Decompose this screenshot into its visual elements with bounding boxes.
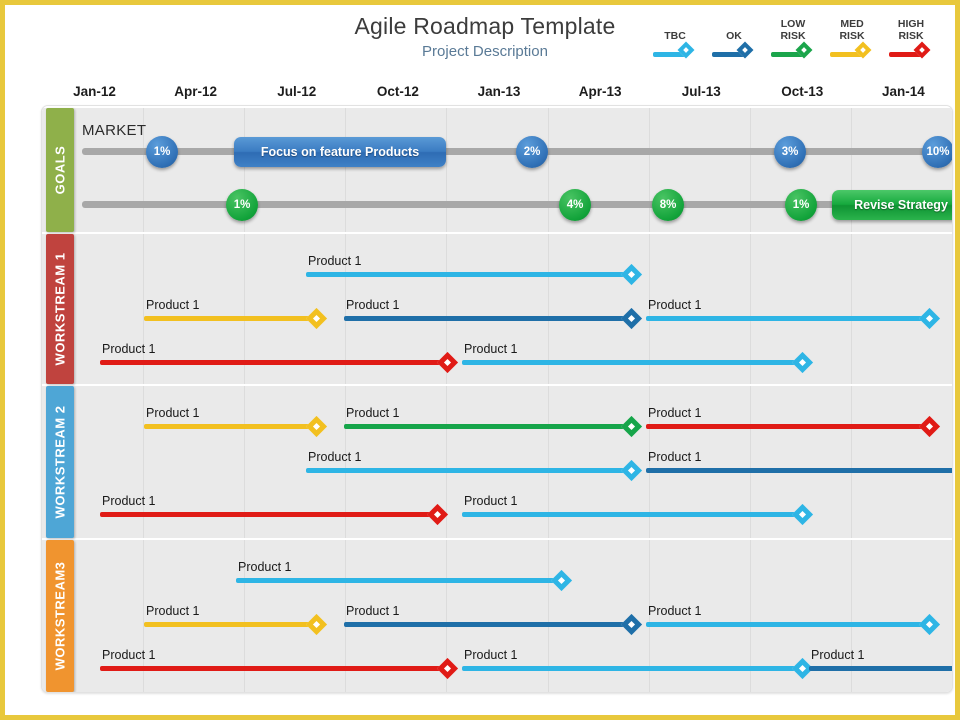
task-bar[interactable] — [306, 272, 631, 277]
task-bar-label: Product 1 — [346, 406, 400, 420]
page-subtitle: Project Description — [422, 43, 548, 60]
task-bar[interactable] — [344, 622, 631, 627]
timeline-tick: Jul-12 — [277, 84, 317, 99]
goal-pill[interactable]: Revise Strategy — [832, 190, 952, 220]
task-bar-label: Product 1 — [648, 450, 702, 464]
task-bar-label: Product 1 — [464, 494, 518, 508]
task-bar[interactable] — [462, 512, 802, 517]
task-bar-label: Product 1 — [308, 450, 362, 464]
task-bar-label: Product 1 — [648, 604, 702, 618]
task-bar-label: Product 1 — [238, 560, 292, 574]
timeline-tick: Jan-13 — [477, 84, 521, 99]
task-bar[interactable] — [646, 468, 952, 473]
goal-milestone-node[interactable]: 1% — [146, 136, 178, 168]
task-bar[interactable] — [100, 666, 447, 671]
task-bar-label: Product 1 — [102, 342, 156, 356]
task-bar[interactable] — [144, 316, 316, 321]
task-bar-label: Product 1 — [464, 342, 518, 356]
task-bar[interactable] — [809, 666, 952, 671]
task-bar-label: Product 1 — [648, 298, 702, 312]
swimlane-rail-label: WORKSTREAM 1 — [52, 252, 68, 366]
goal-milestone-node[interactable]: 8% — [652, 189, 684, 221]
task-bar-label: Product 1 — [346, 604, 400, 618]
timeline-tick: Oct-13 — [781, 84, 824, 99]
task-bar-label: Product 1 — [102, 494, 156, 508]
grid-line — [446, 108, 448, 232]
task-bar-label: Product 1 — [464, 648, 518, 662]
legend-label: TBC — [664, 30, 686, 42]
swimlane-rail-label: WORKSTREAM3 — [52, 561, 68, 671]
task-bar-label: Product 1 — [346, 298, 400, 312]
grid-line — [547, 108, 549, 232]
goal-milestone-node[interactable]: 3% — [774, 136, 806, 168]
grid-line — [850, 234, 852, 384]
task-bar[interactable] — [144, 424, 316, 429]
task-bar[interactable] — [646, 622, 929, 627]
task-bar-label: Product 1 — [146, 604, 200, 618]
task-bar[interactable] — [236, 578, 561, 583]
timeline-tick: Jul-13 — [681, 84, 721, 99]
market-label: MARKET — [82, 122, 147, 139]
timeline-tick: Jan-14 — [882, 84, 925, 99]
task-bar-label: Product 1 — [648, 406, 702, 420]
task-bar[interactable] — [306, 468, 631, 473]
task-bar-label: Product 1 — [146, 406, 200, 420]
task-bar[interactable] — [344, 316, 631, 321]
task-bar[interactable] — [100, 512, 437, 517]
grid-line — [648, 108, 650, 232]
roadmap-page: Agile Roadmap Template Project Descripti… — [0, 0, 960, 720]
risk-legend: TBC OK LOW RISK MED RISK HIGH RISK — [653, 11, 953, 69]
swimlane-rail-workstream3[interactable]: WORKSTREAM3 — [46, 540, 74, 692]
swimlane-rail-workstream-1[interactable]: WORKSTREAM 1 — [46, 234, 74, 384]
timeline-tick: Oct-12 — [376, 84, 419, 99]
page-inner: Agile Roadmap Template Project Descripti… — [5, 5, 955, 715]
task-bar-label: Product 1 — [811, 648, 865, 662]
task-bar[interactable] — [462, 360, 802, 365]
swimlane-band — [42, 108, 952, 232]
swimlane-rail-workstream-2[interactable]: WORKSTREAM 2 — [46, 386, 74, 538]
swimlane-rail-label: GOALS — [52, 145, 68, 195]
goal-pill[interactable]: Focus on feature Products — [234, 137, 446, 167]
task-bar-label: Product 1 — [308, 254, 362, 268]
grid-line — [345, 108, 347, 232]
goal-track — [82, 148, 938, 155]
legend-label: OK — [726, 30, 742, 42]
goal-milestone-node[interactable]: 10% — [922, 136, 952, 168]
task-bar[interactable] — [144, 622, 316, 627]
goal-milestone-node[interactable]: 1% — [226, 189, 258, 221]
goal-milestone-node[interactable]: 4% — [559, 189, 591, 221]
task-bar[interactable] — [646, 316, 929, 321]
grid-line — [850, 386, 852, 538]
page-title: Agile Roadmap Template — [354, 13, 616, 39]
timeline-tick: Jan-12 — [73, 84, 116, 99]
task-bar[interactable] — [646, 424, 929, 429]
legend-label: LOW RISK — [780, 18, 806, 42]
legend-label: MED RISK — [839, 18, 865, 42]
roadmap-board: GOALS WORKSTREAM 1 WORKSTREAM 2 WORKSTREAM3… — [41, 105, 953, 693]
legend-label: HIGH RISK — [897, 18, 925, 42]
task-bar-label: Product 1 — [102, 648, 156, 662]
task-bar[interactable] — [462, 666, 802, 671]
goal-milestone-node[interactable]: 2% — [516, 136, 548, 168]
timeline-scale: Jan-12 Apr-12 Jul-12 Oct-12 Jan-13 Apr-13 Jul-… — [43, 81, 949, 105]
swimlane-rail-label: WORKSTREAM 2 — [52, 405, 68, 519]
task-bar-label: Product 1 — [146, 298, 200, 312]
task-bar[interactable] — [344, 424, 631, 429]
grid-line — [749, 108, 751, 232]
task-bar[interactable] — [100, 360, 447, 365]
swimlane-rail-goals[interactable]: GOALS — [46, 108, 74, 232]
goal-milestone-node[interactable]: 1% — [785, 189, 817, 221]
timeline-tick: Apr-13 — [578, 84, 622, 99]
timeline-tick: Apr-12 — [174, 84, 218, 99]
